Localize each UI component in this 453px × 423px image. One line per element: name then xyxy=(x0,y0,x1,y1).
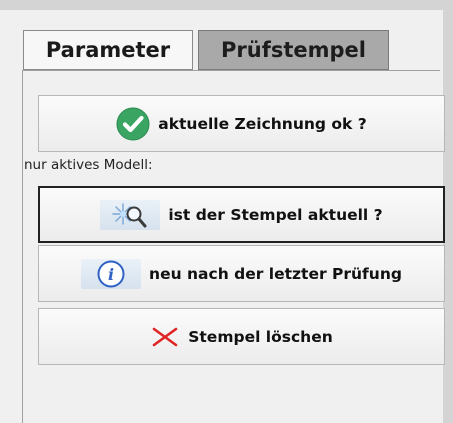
tab-pruefstempel-label: Prüfstempel xyxy=(221,38,366,62)
pruefstempel-panel: Parameter Prüfstempel aktuelle Zeichnung… xyxy=(0,0,453,423)
new-since-check-label: neu nach der letzter Prüfung xyxy=(149,264,402,283)
tab-pruefstempel[interactable]: Prüfstempel xyxy=(198,30,389,70)
tab-parameter[interactable]: Parameter xyxy=(23,30,193,70)
check-drawing-button[interactable]: aktuelle Zeichnung ok ? xyxy=(38,95,445,152)
tab-parameter-label: Parameter xyxy=(45,38,171,62)
window-top-edge xyxy=(0,0,453,10)
new-since-check-button[interactable]: i neu nach der letzter Prüfung xyxy=(38,245,445,302)
check-drawing-label: aktuelle Zeichnung ok ? xyxy=(158,114,367,133)
delete-stamp-label: Stempel löschen xyxy=(188,327,333,346)
stamp-current-button[interactable]: ist der Stempel aktuell ? xyxy=(38,186,445,243)
delete-stamp-button[interactable]: Stempel löschen xyxy=(38,308,445,365)
red-x-icon xyxy=(150,326,180,348)
check-circle-icon xyxy=(116,107,150,141)
active-model-label: nur aktives Modell: xyxy=(24,157,153,173)
stamp-current-label: ist der Stempel aktuell ? xyxy=(168,205,383,224)
magnifier-sparkle-icon xyxy=(100,199,161,230)
svg-text:i: i xyxy=(108,265,114,284)
info-icon: i xyxy=(81,258,142,289)
